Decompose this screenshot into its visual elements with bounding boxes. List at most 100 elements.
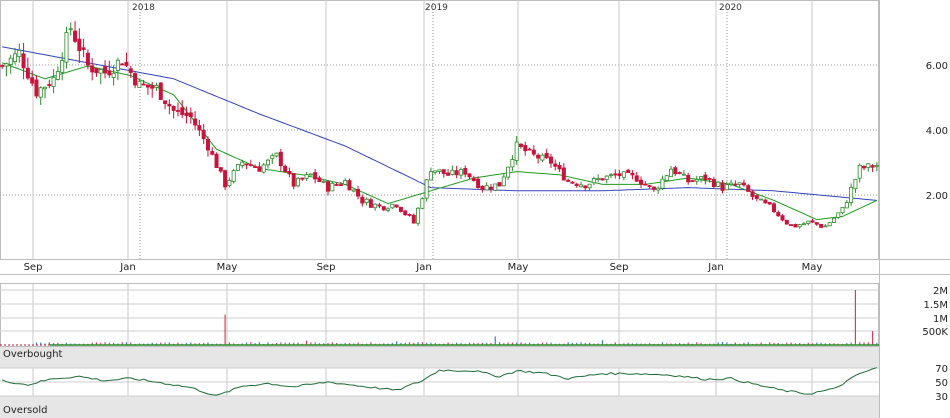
candle-body <box>394 204 399 208</box>
candle-body <box>128 68 133 73</box>
candle-body <box>518 143 523 148</box>
month-label: May <box>217 262 238 273</box>
candle-body <box>300 177 305 180</box>
candle-body <box>759 198 764 201</box>
candle-body <box>694 179 699 182</box>
candle-body <box>664 175 669 181</box>
candle-body <box>347 180 352 191</box>
candle-body <box>660 178 665 189</box>
candle-body <box>561 167 566 181</box>
candle-body <box>849 186 854 203</box>
candle-body <box>64 32 69 63</box>
candle-body <box>784 220 789 225</box>
candle-body <box>836 212 841 218</box>
price-tick-label: 4.00 <box>926 126 948 137</box>
candle-body <box>240 161 245 166</box>
candle-body <box>484 185 489 191</box>
candle-body <box>296 177 301 187</box>
sma-long-path <box>2 46 877 201</box>
volume-bar <box>44 343 46 345</box>
candle-body <box>767 201 772 205</box>
candle-body <box>861 165 866 169</box>
volume-bar <box>494 336 496 345</box>
oscillator-level-label: 30 <box>935 392 948 403</box>
candle-body <box>124 61 129 66</box>
volume-bar <box>48 342 50 345</box>
candle-body <box>30 77 35 84</box>
candle-body <box>13 53 18 62</box>
candle-body <box>651 186 656 190</box>
candle-body <box>38 87 43 98</box>
candle-body <box>497 182 502 187</box>
month-label: May <box>802 262 823 273</box>
volume-bar <box>305 340 308 345</box>
candle-body <box>210 151 215 155</box>
candle-body <box>574 183 579 187</box>
candle-body <box>326 181 331 192</box>
candle-body <box>733 183 738 186</box>
candle-body <box>746 185 751 192</box>
candle-body <box>613 173 618 176</box>
candle-body <box>111 72 116 78</box>
candle-body <box>857 165 862 179</box>
volume-bar <box>40 342 42 345</box>
candle-body <box>193 118 198 126</box>
candle-body <box>270 155 275 159</box>
candle-body <box>43 86 48 90</box>
candle-body <box>90 65 95 73</box>
candle-body <box>454 170 459 176</box>
candle-body <box>55 71 60 80</box>
candle-body <box>317 177 322 183</box>
candle-body <box>265 159 270 166</box>
candle-body <box>587 183 592 189</box>
candle-body <box>368 199 373 208</box>
candle-body <box>711 179 716 188</box>
candle-body <box>810 220 815 223</box>
candle-body <box>235 164 240 171</box>
candle-body <box>201 129 206 140</box>
sma-long-line <box>2 46 877 201</box>
candle-body <box>531 149 536 155</box>
candle-body <box>205 138 210 151</box>
month-label: Sep <box>317 262 336 273</box>
candle-body <box>780 215 785 221</box>
volume-bar <box>871 331 874 345</box>
candle-body <box>669 168 674 177</box>
candle-body <box>25 67 30 79</box>
candle-body <box>21 53 26 69</box>
candle-body <box>501 176 506 187</box>
candle-body <box>416 207 421 224</box>
oversold-zone <box>0 396 879 418</box>
candle-body <box>729 182 734 186</box>
candle-body <box>609 174 614 177</box>
candle-body <box>377 204 382 207</box>
candle-body <box>578 184 583 188</box>
volume-tick-label: 2M <box>933 286 948 297</box>
candle-body <box>214 153 219 168</box>
candle-body <box>364 198 369 203</box>
candle-body <box>536 154 541 159</box>
candle-body <box>158 82 163 100</box>
candle-body <box>218 167 223 172</box>
candle-body <box>398 206 403 212</box>
candle-body <box>853 178 858 190</box>
candle-body <box>107 70 112 76</box>
candle-body <box>85 52 90 66</box>
candle-body <box>527 148 532 151</box>
candle-body <box>741 182 746 186</box>
candle-body <box>874 164 879 167</box>
candle-body <box>823 225 828 228</box>
candle-body <box>476 178 481 188</box>
candle-body <box>68 28 73 31</box>
candle-body <box>223 170 228 188</box>
candle-body <box>73 30 78 42</box>
overbought-label: Overbought <box>3 349 63 360</box>
candle-body <box>596 178 601 180</box>
candle-body <box>544 152 549 159</box>
candle-body <box>510 159 515 168</box>
volume-bar <box>854 290 857 345</box>
candle-body <box>793 224 798 228</box>
candle-body <box>81 47 86 50</box>
overbought-zone <box>0 347 879 368</box>
candle-body <box>621 171 626 178</box>
